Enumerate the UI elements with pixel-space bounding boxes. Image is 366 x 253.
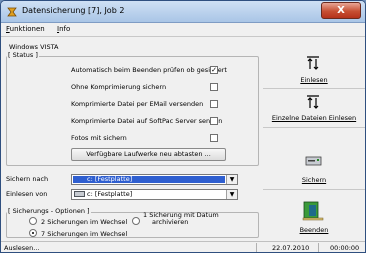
option-label-auto-check: Automatisch beim Beenden prüfen ob gesic…	[71, 66, 227, 74]
title-bar[interactable]: Datensicherung [7], Job 2 X	[1, 1, 365, 23]
radio-2-backups-label: 2 Sicherungen im Wechsel	[41, 218, 128, 226]
status-separator	[318, 243, 319, 252]
einlesen-button[interactable]: Einlesen	[263, 76, 365, 84]
window-title: Datensicherung [7], Job 2	[22, 6, 125, 15]
side-divider	[263, 88, 365, 89]
status-group-title: [ Status ]	[7, 51, 39, 59]
read-from-value: c: [Festplatte]	[87, 190, 133, 198]
datensicherung-app-icon	[7, 7, 17, 17]
radio-7-backups[interactable]	[29, 229, 37, 237]
save-to-label: Sichern nach	[6, 175, 49, 183]
status-bar: Auslesen... 22.07.2010 00:00:00	[1, 241, 365, 252]
scan-drives-button[interactable]: Verfügbare Laufwerke neu abtasten ...	[71, 148, 226, 161]
exit-door-icon	[302, 201, 324, 221]
status-separator	[256, 243, 257, 252]
option-label-no-compression: Ohne Komprimierung sichern	[71, 83, 167, 91]
sichern-button[interactable]: Sichern	[263, 176, 365, 184]
os-label: Windows VISTA	[9, 43, 59, 51]
checkbox-email[interactable]	[210, 100, 218, 108]
menu-bar: Funktionen Info	[1, 23, 365, 37]
beenden-button[interactable]: Beenden	[263, 226, 365, 234]
status-date: 22.07.2010	[272, 244, 310, 252]
close-button[interactable]: X	[321, 2, 361, 19]
option-label-softpac: Komprimierte Datei auf SoftPac Server se…	[71, 117, 223, 125]
radio-2-backups[interactable]	[29, 217, 37, 225]
single-import-arrows-icon	[307, 95, 319, 109]
menu-info[interactable]: Info	[57, 25, 70, 33]
backup-options-title: [ Sicherungs - Optionen ]	[7, 207, 91, 215]
status-time: 00:00:00	[330, 244, 360, 252]
side-divider	[263, 189, 365, 190]
app-window: Datensicherung [7], Job 2 X Funktionen I…	[0, 0, 366, 253]
chevron-down-icon[interactable]: ▼	[226, 175, 237, 184]
radio-1-backup-dated[interactable]	[132, 217, 140, 225]
read-from-label: Einlesen von	[6, 190, 48, 198]
checkbox-no-compression[interactable]	[210, 83, 218, 91]
save-to-combo[interactable]: c: [Festplatte] ▼	[71, 174, 238, 185]
status-message: Auslesen...	[4, 244, 40, 252]
save-drive-icon	[305, 156, 322, 166]
chevron-down-icon[interactable]: ▼	[226, 190, 237, 199]
option-label-photos: Fotos mit sichern	[71, 134, 127, 142]
save-to-value: c: [Festplatte]	[73, 176, 225, 183]
radio-7-backups-label: 7 Sicherungen im Wechsel	[41, 230, 128, 238]
checkbox-photos[interactable]	[210, 134, 218, 142]
import-arrows-icon	[307, 56, 319, 70]
radio-1-backup-label-line2: archivieren	[152, 218, 189, 226]
einzelne-dateien-button[interactable]: Einzelne Dateien Einlesen	[263, 114, 365, 122]
menu-funktionen[interactable]: Funktionen	[6, 25, 45, 33]
checkbox-auto-check[interactable]: ✓	[210, 66, 218, 74]
option-label-email: Komprimierte Datei per EMail versenden	[71, 100, 204, 108]
checkbox-softpac[interactable]	[210, 117, 218, 125]
read-from-combo[interactable]: c: [Festplatte] ▼	[71, 189, 238, 200]
side-divider	[263, 127, 365, 128]
